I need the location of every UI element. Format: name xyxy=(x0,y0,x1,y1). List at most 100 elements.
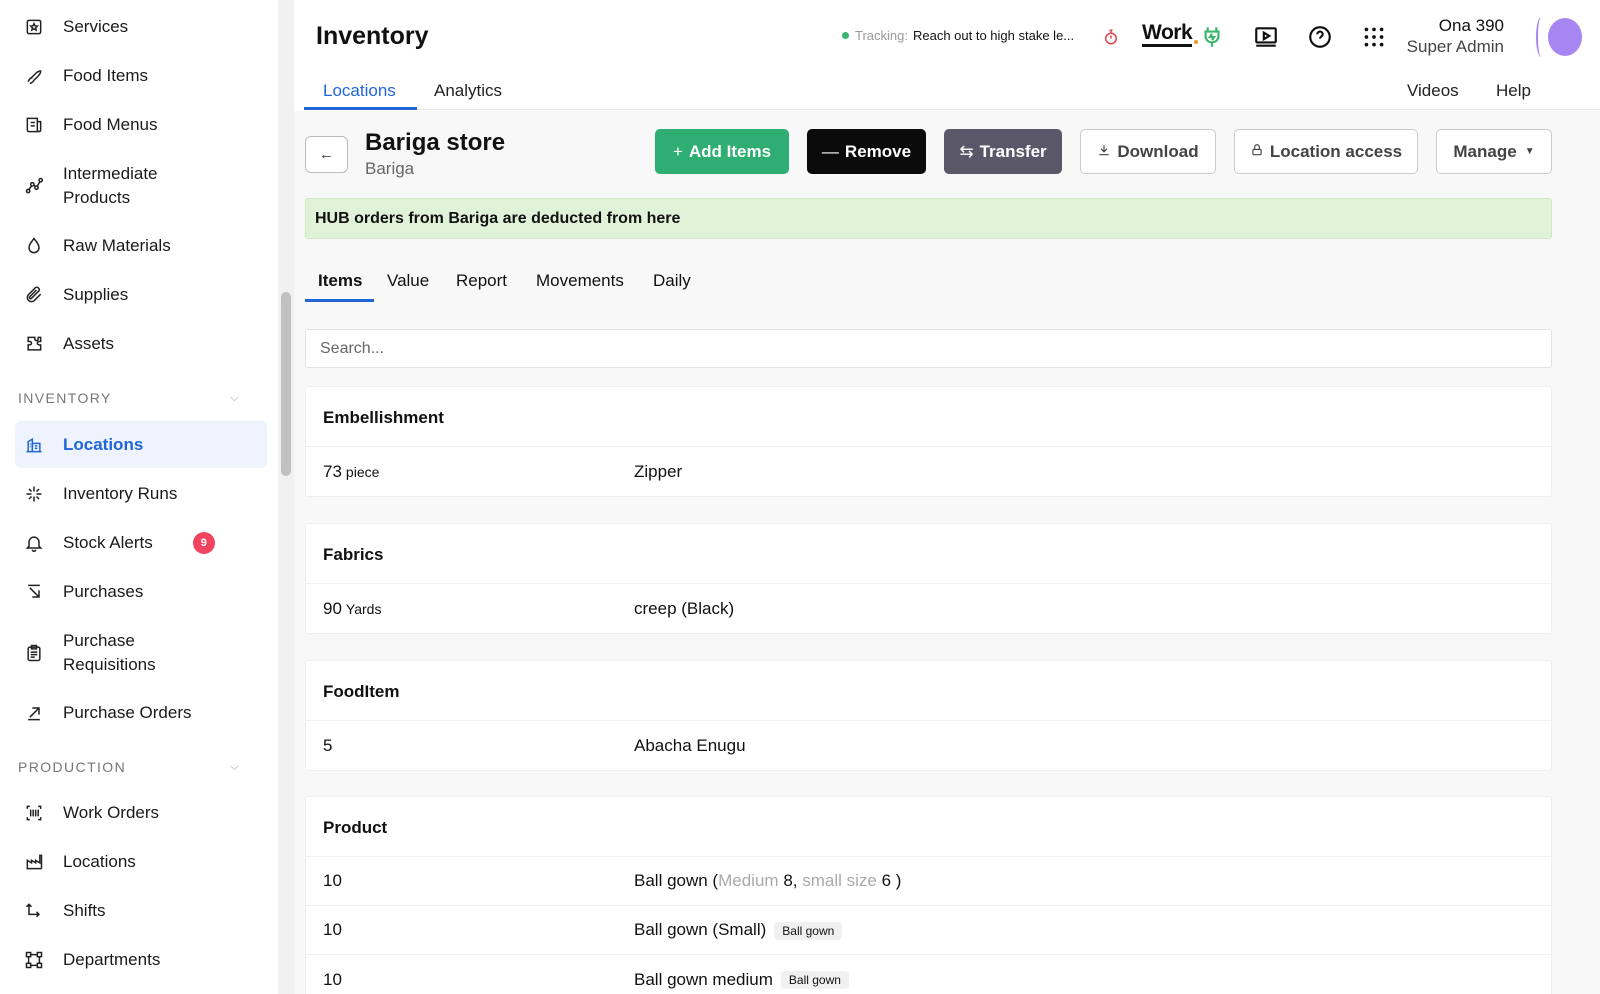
tracking-text: Reach out to high stake le... xyxy=(912,28,1075,43)
plus-icon: + xyxy=(672,141,683,161)
variant-label: Medium xyxy=(718,871,779,890)
button-label: Download xyxy=(1117,141,1199,161)
qty-value: 90 xyxy=(323,598,342,618)
drop-icon xyxy=(23,235,45,257)
tab-items[interactable]: Items xyxy=(318,271,362,291)
tab-daily[interactable]: Daily xyxy=(653,271,691,291)
work-logo[interactable]: Work xyxy=(1142,21,1199,47)
help-circle-icon[interactable] xyxy=(1305,22,1335,52)
table-row[interactable]: 73 piece Zipper xyxy=(306,447,1551,496)
sidebar-scrollbar-thumb[interactable] xyxy=(281,292,291,476)
chevron-down-icon: ⌵ xyxy=(230,391,240,404)
work-logo-text: Work xyxy=(1142,21,1193,44)
tab-analytics[interactable]: Analytics xyxy=(434,81,502,101)
sidebar-item-label: Locations xyxy=(63,852,136,871)
sidebar-item-label-wrap: Intermediate Products xyxy=(63,162,158,210)
graph-icon xyxy=(23,175,45,197)
sidebar-item-inventory-runs[interactable]: Inventory Runs xyxy=(15,477,267,511)
help-link[interactable]: Help xyxy=(1496,81,1531,101)
video-player-icon[interactable] xyxy=(1251,22,1281,52)
search-input[interactable] xyxy=(305,329,1552,368)
user-name: Ona 390 xyxy=(1438,16,1504,35)
user-menu[interactable]: Ona 390 Super Admin xyxy=(1407,16,1504,57)
star-box-icon xyxy=(23,16,45,38)
sidebar-item-purchase-requisitions[interactable]: Purchase Requisitions xyxy=(15,627,267,679)
table-row[interactable]: 10 Ball gown (Medium 8, small size 6 ) xyxy=(306,857,1551,906)
sidebar-item-work-orders[interactable]: Work Orders xyxy=(15,796,267,830)
sidebar-item-food-menus[interactable]: Food Menus xyxy=(15,108,267,142)
table-row[interactable]: 5 Abacha Enugu xyxy=(306,721,1551,770)
active-tab-indicator xyxy=(304,107,417,110)
videos-link[interactable]: Videos xyxy=(1407,81,1459,101)
sidebar-item-locations[interactable]: Locations xyxy=(15,421,267,468)
button-label: Add Items xyxy=(688,141,772,161)
group-heading: Product xyxy=(306,797,1551,857)
sidebar-item-production-locations[interactable]: Locations xyxy=(15,845,267,879)
power-plug-icon[interactable] xyxy=(1197,22,1227,52)
button-label: Manage xyxy=(1453,141,1517,161)
table-row[interactable]: 90 Yards creep (Black) xyxy=(306,584,1551,633)
transfer-button[interactable]: ⇆ Transfer xyxy=(944,129,1062,174)
sidebar-scrollbar[interactable] xyxy=(278,0,294,994)
item-text: Ball gown ( xyxy=(634,871,719,890)
table-row[interactable]: 10 Ball gown (Small) Ball gown xyxy=(306,906,1551,955)
sidebar-item-departments[interactable]: Departments xyxy=(15,943,267,977)
tracking-status[interactable]: Tracking: Reach out to high stake le... xyxy=(842,28,1081,43)
tracking-label: Tracking: xyxy=(855,28,908,43)
qty-unit: piece xyxy=(345,463,380,480)
sidebar-item-stock-alerts[interactable]: Stock Alerts 9 xyxy=(15,526,267,560)
chevron-down-icon: ⌵ xyxy=(230,760,240,773)
puzzle-icon xyxy=(23,333,45,355)
item-quantity: 90 Yards xyxy=(323,599,381,619)
back-button[interactable]: ← xyxy=(305,136,348,173)
group-card-fabrics: Fabrics 90 Yards creep (Black) xyxy=(305,523,1552,634)
sidebar-item-assets[interactable]: Assets xyxy=(15,327,267,361)
sidebar-item-shifts[interactable]: Shifts xyxy=(15,894,267,928)
add-items-button[interactable]: + Add Items xyxy=(655,129,789,174)
paperclip-icon xyxy=(23,284,45,306)
tab-locations[interactable]: Locations xyxy=(323,81,396,101)
table-row[interactable]: 10 Ball gown medium Ball gown xyxy=(306,955,1551,994)
avatar-ring xyxy=(1536,17,1546,57)
section-heading-inventory[interactable]: INVENTORY ⌵ xyxy=(18,390,240,406)
sidebar-item-purchase-orders[interactable]: Purchase Orders xyxy=(15,696,267,730)
user-role: Super Admin xyxy=(1406,37,1504,56)
item-quantity: 10 xyxy=(323,920,342,939)
group-card-embellishment: Embellishment 73 piece Zipper xyxy=(305,386,1552,497)
main-area: Inventory Tracking: Reach out to high st… xyxy=(294,0,1600,994)
barcode-icon xyxy=(23,802,45,824)
button-label: Remove xyxy=(844,141,912,161)
nodes-icon xyxy=(23,949,45,971)
sidebar-item-label: Departments xyxy=(63,950,161,969)
sidebar-item-services[interactable]: Services xyxy=(15,10,267,44)
sidebar-item-intermediate-products[interactable]: Intermediate Products xyxy=(15,160,267,212)
sidebar-item-supplies[interactable]: Supplies xyxy=(15,278,267,312)
sidebar-item-food-items[interactable]: Food Items xyxy=(15,59,267,93)
tab-report[interactable]: Report xyxy=(456,271,507,291)
remove-button[interactable]: — Remove xyxy=(807,129,926,174)
item-name: Ball gown (Medium 8, small size 6 ) xyxy=(634,871,901,891)
group-card-fooditem: FoodItem 5 Abacha Enugu xyxy=(305,660,1552,771)
item-text: Ball gown (Small) xyxy=(634,920,767,939)
variant-value: 8, xyxy=(783,871,798,890)
item-name: creep (Black) xyxy=(634,598,735,618)
manage-dropdown[interactable]: Manage ▼ xyxy=(1436,129,1552,174)
sidebar-item-raw-materials[interactable]: Raw Materials xyxy=(15,229,267,263)
sidebar-item-label: Work Orders xyxy=(63,803,160,822)
stopwatch-icon[interactable] xyxy=(1102,28,1120,46)
sidebar-item-purchases[interactable]: Purchases xyxy=(15,575,267,609)
factory-icon xyxy=(23,851,45,873)
section-label: INVENTORY xyxy=(18,390,112,406)
apps-grid-icon[interactable] xyxy=(1359,22,1389,52)
tracking-dot-icon xyxy=(842,32,849,39)
item-quantity: 10 xyxy=(323,969,342,989)
download-button[interactable]: Download xyxy=(1080,129,1216,174)
location-access-button[interactable]: Location access xyxy=(1234,129,1418,174)
sidebar-item-label: Intermediate xyxy=(63,164,158,183)
avatar[interactable] xyxy=(1548,18,1582,56)
notice-banner: HUB orders from Bariga are deducted from… xyxy=(305,198,1552,239)
tab-value[interactable]: Value xyxy=(387,271,429,291)
tab-movements[interactable]: Movements xyxy=(536,271,624,291)
sidebar-item-label: Requisitions xyxy=(63,655,156,674)
section-heading-production[interactable]: PRODUCTION ⌵ xyxy=(18,759,240,775)
